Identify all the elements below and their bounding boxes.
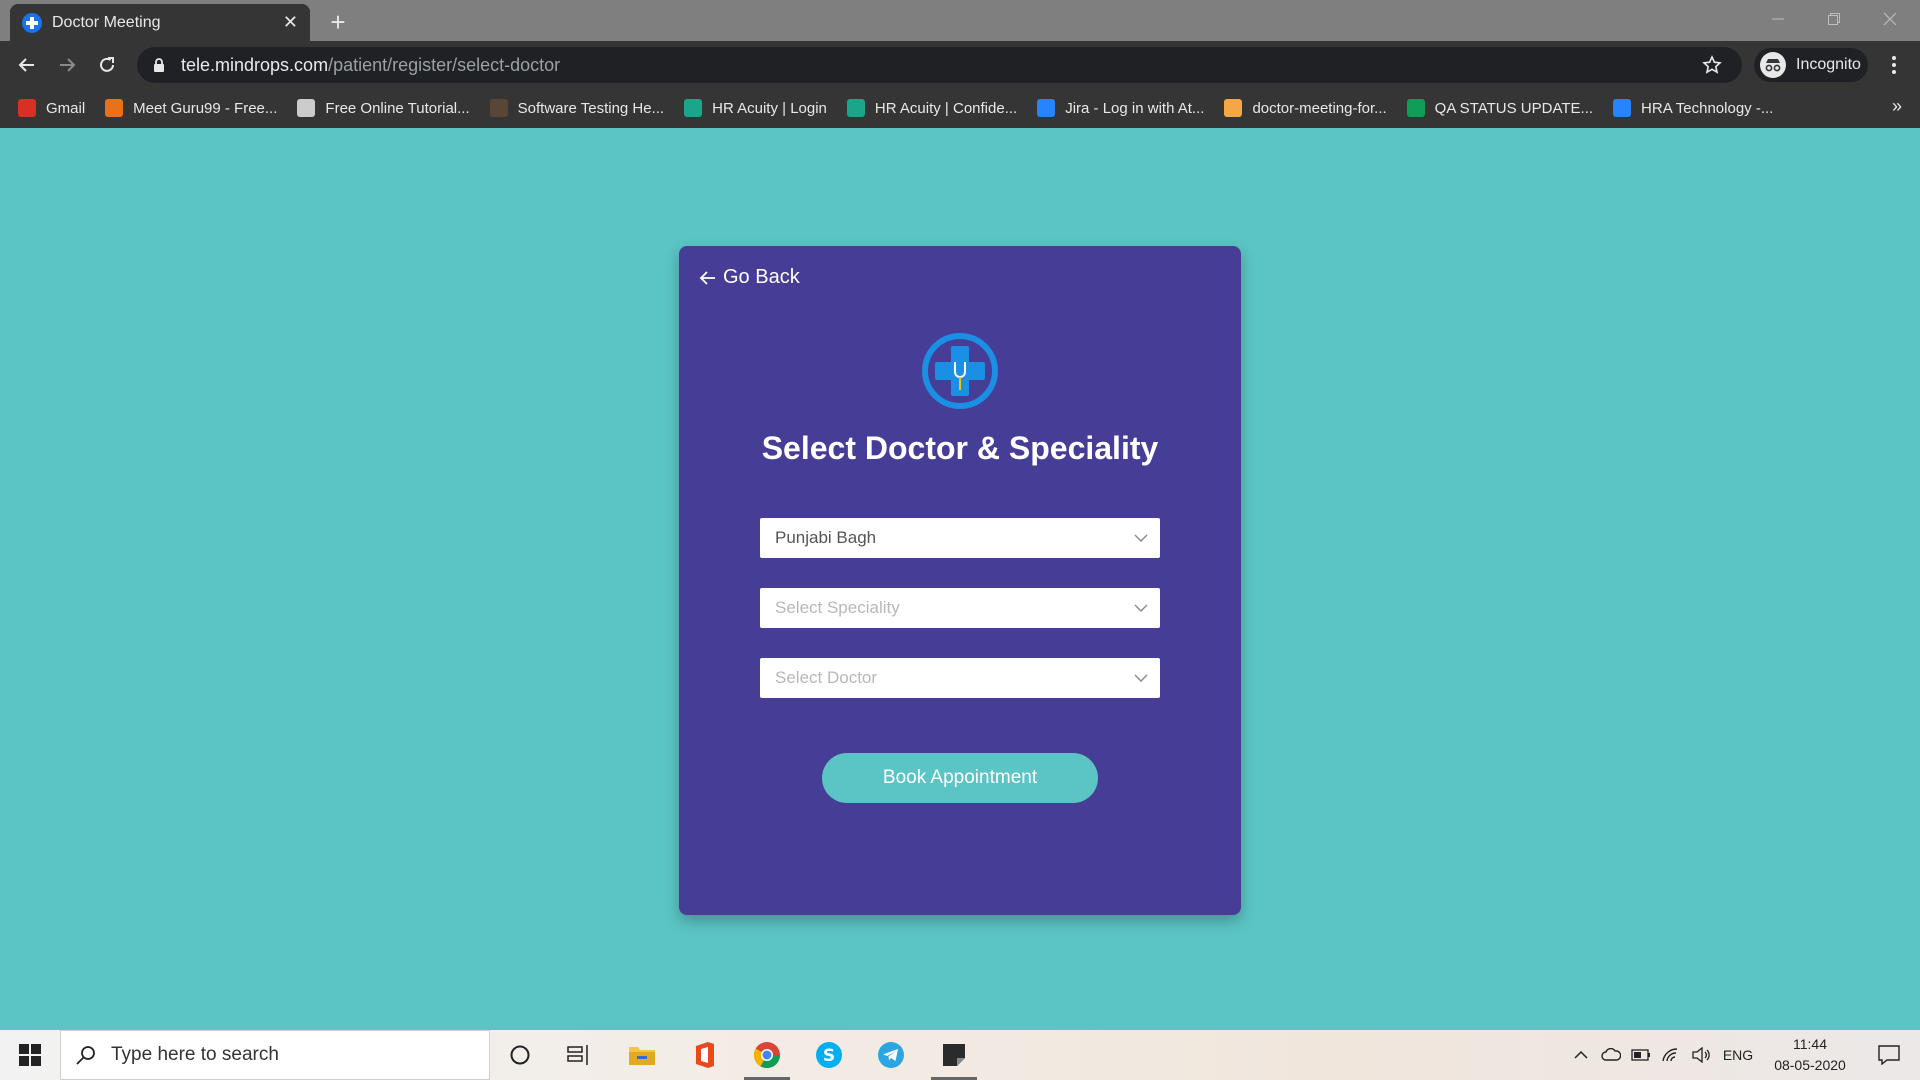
url-host: tele.mindrops.com [181, 54, 329, 75]
doctor-select-placeholder: Select Doctor [775, 668, 878, 687]
telegram-icon[interactable] [862, 1030, 920, 1080]
tab-close-icon[interactable]: ✕ [283, 12, 298, 33]
tutorial-icon [297, 99, 316, 117]
bookmark-label: HR Acuity | Login [712, 99, 827, 117]
speciality-select[interactable]: Select Speciality [760, 588, 1160, 628]
chrome-icon[interactable] [738, 1030, 796, 1080]
show-hidden-icons-chevron-icon[interactable] [1568, 1030, 1594, 1080]
form-icon [1224, 99, 1243, 117]
file-explorer-icon[interactable] [613, 1030, 671, 1080]
bookmark-label: Jira - Log in with At... [1065, 99, 1205, 117]
bookmark-label: doctor-meeting-for... [1252, 99, 1387, 117]
address-bar[interactable]: tele.mindrops.com/patient/register/selec… [137, 47, 1742, 83]
battery-icon[interactable] [1628, 1030, 1654, 1080]
select-doctor-card: Go Back Select Doctor & Speciality Punja… [679, 246, 1241, 915]
sheets-icon [1406, 99, 1425, 117]
cortana-icon[interactable] [491, 1030, 549, 1080]
bookmark-item[interactable]: Meet Guru99 - Free... [105, 99, 277, 117]
go-back-label: Go Back [723, 266, 800, 288]
bookmark-item[interactable]: HR Acuity | Login [684, 99, 827, 117]
bookmarks-overflow-button[interactable]: » [1892, 96, 1902, 117]
onedrive-cloud-icon[interactable] [1598, 1030, 1624, 1080]
reload-icon[interactable] [91, 49, 123, 81]
lock-icon [154, 58, 164, 72]
back-arrow-icon [699, 270, 715, 285]
bookmark-item[interactable]: Gmail [18, 99, 85, 117]
bookmark-label: HRA Technology -... [1641, 99, 1774, 117]
office-icon[interactable] [676, 1030, 734, 1080]
speciality-select-placeholder: Select Speciality [775, 598, 900, 617]
incognito-icon [1760, 52, 1786, 78]
forward-arrow-icon[interactable] [51, 49, 83, 81]
windows-start-icon[interactable] [0, 1030, 60, 1080]
location-select[interactable]: Punjabi Bagh [760, 518, 1160, 558]
bookmark-label: HR Acuity | Confide... [874, 99, 1018, 117]
taskbar-search-placeholder: Type here to search [111, 1044, 279, 1065]
bookmark-label: Gmail [46, 99, 86, 117]
bookmark-label: Meet Guru99 - Free... [133, 99, 278, 117]
testing-icon [489, 99, 508, 117]
gmail-icon [18, 99, 36, 117]
clock-date: 08-05-2020 [1774, 1057, 1846, 1073]
browser-toolbar: tele.mindrops.com/patient/register/selec… [0, 41, 1920, 88]
guru99-icon [105, 99, 124, 117]
sticky-notes-icon[interactable] [925, 1030, 983, 1080]
task-view-icon[interactable] [550, 1030, 608, 1080]
url-text: tele.mindrops.com/patient/register/selec… [181, 55, 560, 76]
atlassian-icon [1613, 99, 1632, 117]
back-arrow-icon[interactable] [11, 49, 43, 81]
go-back-link[interactable]: Go Back [699, 266, 800, 289]
bookmark-label: Free Online Tutorial... [325, 99, 470, 117]
bookmark-item[interactable]: HR Acuity | Confide... [846, 99, 1018, 117]
medical-cross-logo-icon [922, 333, 998, 409]
bookmark-item[interactable]: QA STATUS UPDATE... [1406, 99, 1594, 117]
restore-icon[interactable] [1806, 0, 1862, 38]
url-path: /patient/register/select-doctor [328, 54, 561, 75]
bookmark-item[interactable]: HRA Technology -... [1613, 99, 1773, 117]
clock-time: 11:44 [1793, 1036, 1827, 1052]
volume-icon[interactable] [1688, 1030, 1714, 1080]
wifi-icon[interactable] [1658, 1030, 1684, 1080]
window-close-icon[interactable] [1862, 0, 1918, 38]
hr-acuity-icon [684, 99, 703, 117]
minimize-icon[interactable] [1750, 0, 1806, 38]
book-appointment-button[interactable]: Book Appointment [822, 753, 1098, 803]
atlassian-icon [1037, 99, 1056, 117]
incognito-profile-button[interactable]: Incognito [1754, 48, 1868, 82]
bookmark-item[interactable]: Jira - Log in with At... [1037, 99, 1204, 117]
bookmarks-bar: Gmail Meet Guru99 - Free... Free Online Tu… [0, 88, 1920, 128]
chevron-down-icon [1134, 534, 1148, 542]
system-clock[interactable]: 11:44 08-05-2020 [1760, 1034, 1860, 1076]
bookmark-label: Software Testing He... [517, 99, 665, 117]
notification-center-icon[interactable] [1866, 1030, 1912, 1080]
chevron-down-icon [1134, 674, 1148, 682]
location-select-value: Punjabi Bagh [775, 528, 877, 547]
site-favicon-icon [22, 12, 42, 33]
input-language[interactable]: ENG [1718, 1030, 1758, 1080]
bookmark-label: QA STATUS UPDATE... [1434, 99, 1594, 117]
svg-text:S: S [823, 1046, 835, 1066]
profile-label: Incognito [1796, 56, 1861, 73]
bookmark-item[interactable]: Free Online Tutorial... [297, 99, 470, 117]
doctor-select[interactable]: Select Doctor [760, 658, 1160, 698]
chevron-down-icon [1134, 604, 1148, 612]
hr-acuity-icon [846, 99, 865, 117]
bookmark-star-icon[interactable] [1702, 55, 1722, 75]
browser-tab[interactable]: Doctor Meeting ✕ [10, 4, 310, 41]
skype-icon[interactable]: S [800, 1030, 858, 1080]
windows-taskbar: Type here to search S ENG 11:44 08-05-20… [0, 1030, 1920, 1080]
browser-menu-icon[interactable] [1880, 51, 1908, 79]
search-icon [76, 1046, 95, 1065]
taskbar-search-input[interactable]: Type here to search [60, 1030, 490, 1080]
browser-tab-strip: Doctor Meeting ✕ + [0, 0, 1920, 41]
page-title: Select Doctor & Speciality [761, 430, 1159, 466]
tab-title: Doctor Meeting [52, 13, 161, 31]
bookmark-item[interactable]: Software Testing He... [489, 99, 665, 117]
bookmark-item[interactable]: doctor-meeting-for... [1224, 99, 1387, 117]
new-tab-button[interactable]: + [324, 8, 352, 36]
